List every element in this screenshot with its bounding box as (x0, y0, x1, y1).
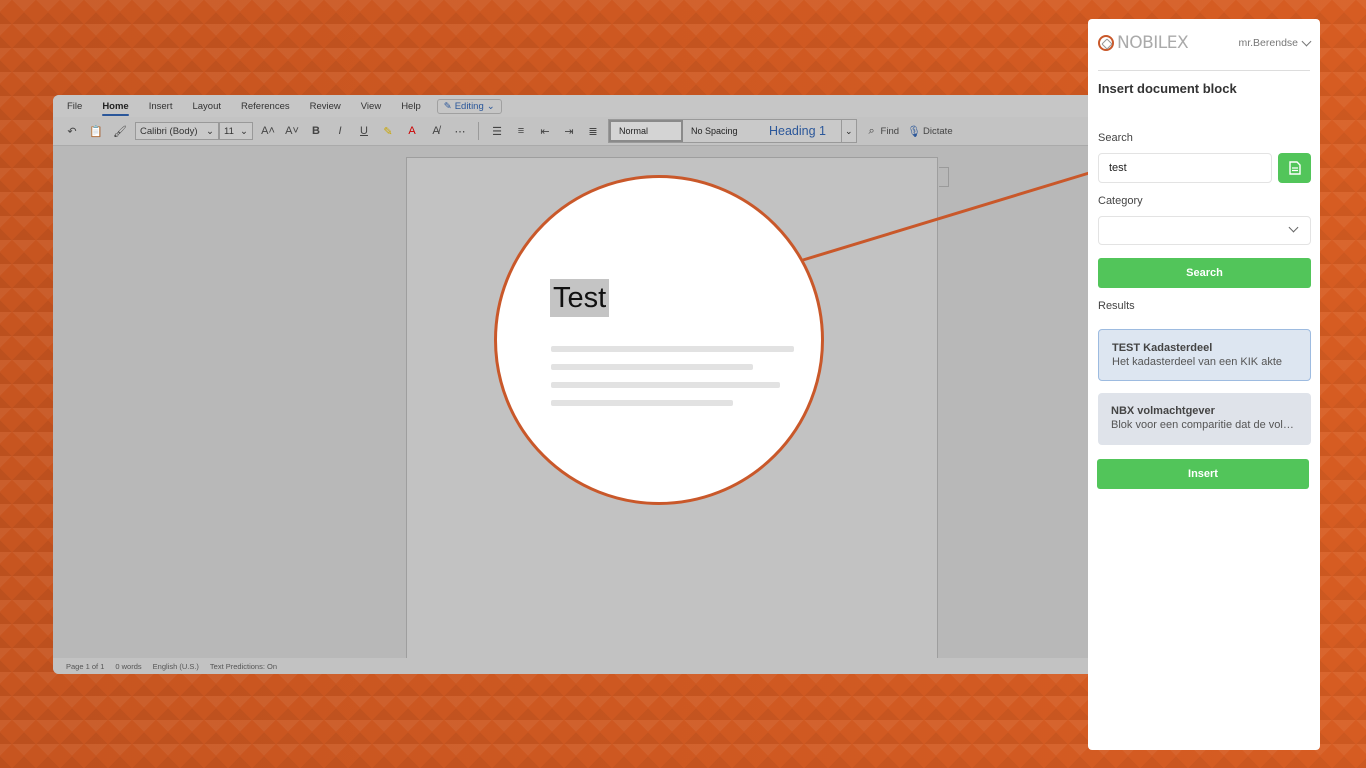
result-item[interactable]: TEST Kadasterdeel Het kadasterdeel van e… (1098, 329, 1311, 381)
status-language[interactable]: English (U.S.) (153, 662, 199, 671)
menu-insert[interactable]: Insert (149, 101, 173, 112)
more-icon[interactable]: ⋯ (451, 122, 469, 140)
nobilex-panel: NOBILEX mr.Berendse Insert document bloc… (1088, 19, 1320, 750)
search-button[interactable]: Search (1098, 258, 1311, 288)
status-bar: Page 1 of 1 0 words English (U.S.) Text … (53, 658, 1103, 674)
magnifier-callout: Test (494, 175, 824, 505)
align-icon[interactable]: ≣ (584, 122, 602, 140)
nobilex-logo-icon (1098, 35, 1114, 51)
status-words: 0 words (115, 661, 142, 671)
result-description: Blok voor een comparitie dat de volm... (1111, 419, 1298, 431)
chevron-down-icon: ⌄ (206, 125, 214, 137)
style-heading-1[interactable]: Heading 1 (761, 120, 841, 142)
chevron-down-icon (1301, 36, 1312, 46)
decrease-indent-icon[interactable]: ⇤ (536, 122, 554, 140)
undo-icon[interactable]: ↶ (63, 122, 81, 140)
find-label[interactable]: Find (881, 126, 899, 137)
menu-home[interactable]: Home (102, 101, 130, 116)
selected-text: Test (550, 279, 610, 317)
category-select[interactable] (1098, 216, 1311, 245)
text-placeholder-line (551, 364, 753, 370)
format-painter-icon[interactable]: 🖌 (111, 122, 129, 140)
bold-icon[interactable]: B (307, 122, 325, 140)
style-no-spacing[interactable]: No Spacing (683, 120, 761, 142)
result-item[interactable]: NBX volmachtgever Blok voor een comparit… (1098, 393, 1311, 445)
font-name-value: Calibri (Body) (140, 125, 198, 137)
panel-title: Insert document block (1098, 81, 1237, 96)
chevron-down-icon (1288, 222, 1299, 233)
editing-label: Editing (454, 100, 484, 112)
numbering-icon[interactable]: ≡ (512, 122, 530, 140)
font-size-value: 11 (224, 125, 234, 137)
find-icon[interactable]: ⌕ (863, 122, 881, 140)
result-title: TEST Kadasterdeel (1112, 342, 1213, 354)
page-marker (939, 167, 949, 187)
dictate-label[interactable]: Dictate (923, 126, 953, 137)
font-name-select[interactable]: Calibri (Body) ⌄ (135, 122, 219, 140)
styles-gallery: Normal No Spacing Heading 1 ⌄ (608, 119, 857, 143)
search-input[interactable] (1098, 153, 1272, 183)
ribbon-toolbar: ↶ 📋 🖌 Calibri (Body) ⌄ 11 ⌄ A˄ A˅ B I U … (53, 117, 1103, 146)
category-label: Category (1098, 195, 1143, 207)
microphone-icon[interactable]: 🎙 (905, 122, 923, 140)
menu-file[interactable]: File (67, 101, 82, 112)
increase-indent-icon[interactable]: ⇥ (560, 122, 578, 140)
panel-header: NOBILEX mr.Berendse (1098, 33, 1312, 71)
result-title: NBX volmachtgever (1111, 405, 1215, 417)
menu-review[interactable]: Review (310, 101, 341, 112)
text-placeholder-line (551, 346, 794, 352)
menu-bar: File Home Insert Layout References Revie… (53, 95, 1103, 117)
highlight-icon[interactable]: ✎ (379, 122, 397, 140)
user-name: mr.Berendse (1238, 37, 1298, 49)
clear-format-icon[interactable]: A̸ (427, 122, 445, 140)
style-normal[interactable]: Normal (609, 120, 683, 142)
pencil-icon: ✎ (443, 100, 452, 112)
results-label: Results (1098, 300, 1135, 312)
text-placeholder-line (551, 382, 780, 388)
menu-view[interactable]: View (361, 101, 381, 112)
text-placeholder-line (551, 400, 733, 406)
italic-icon[interactable]: I (331, 122, 349, 140)
search-label: Search (1098, 132, 1133, 144)
font-color-icon[interactable]: A (403, 122, 421, 140)
font-size-select[interactable]: 11 ⌄ (219, 122, 253, 140)
insert-button[interactable]: Insert (1097, 459, 1309, 489)
document-icon (1288, 161, 1301, 175)
status-predictions[interactable]: Text Predictions: On (210, 662, 277, 671)
paste-icon[interactable]: 📋 (87, 122, 105, 140)
result-description: Het kadasterdeel van een KIK akte (1112, 356, 1282, 368)
document-button[interactable] (1278, 153, 1311, 183)
divider (478, 122, 479, 140)
menu-help[interactable]: Help (401, 101, 421, 112)
menu-references[interactable]: References (241, 101, 290, 112)
shrink-font-icon[interactable]: A˅ (283, 122, 301, 140)
chevron-down-icon: ⌄ (240, 125, 248, 137)
underline-icon[interactable]: U (355, 122, 373, 140)
editing-mode-button[interactable]: ✎ Editing ⌄ (436, 98, 502, 114)
styles-expand-icon[interactable]: ⌄ (841, 120, 856, 142)
bullets-icon[interactable]: ☰ (488, 122, 506, 140)
menu-layout[interactable]: Layout (192, 101, 221, 112)
user-menu[interactable]: mr.Berendse (1238, 33, 1312, 53)
chevron-down-icon: ⌄ (486, 100, 495, 112)
brand-name: NOBILEX (1117, 33, 1189, 53)
status-page: Page 1 of 1 (66, 661, 105, 671)
grow-font-icon[interactable]: A˄ (259, 122, 277, 140)
nobilex-logo: NOBILEX (1098, 33, 1189, 53)
